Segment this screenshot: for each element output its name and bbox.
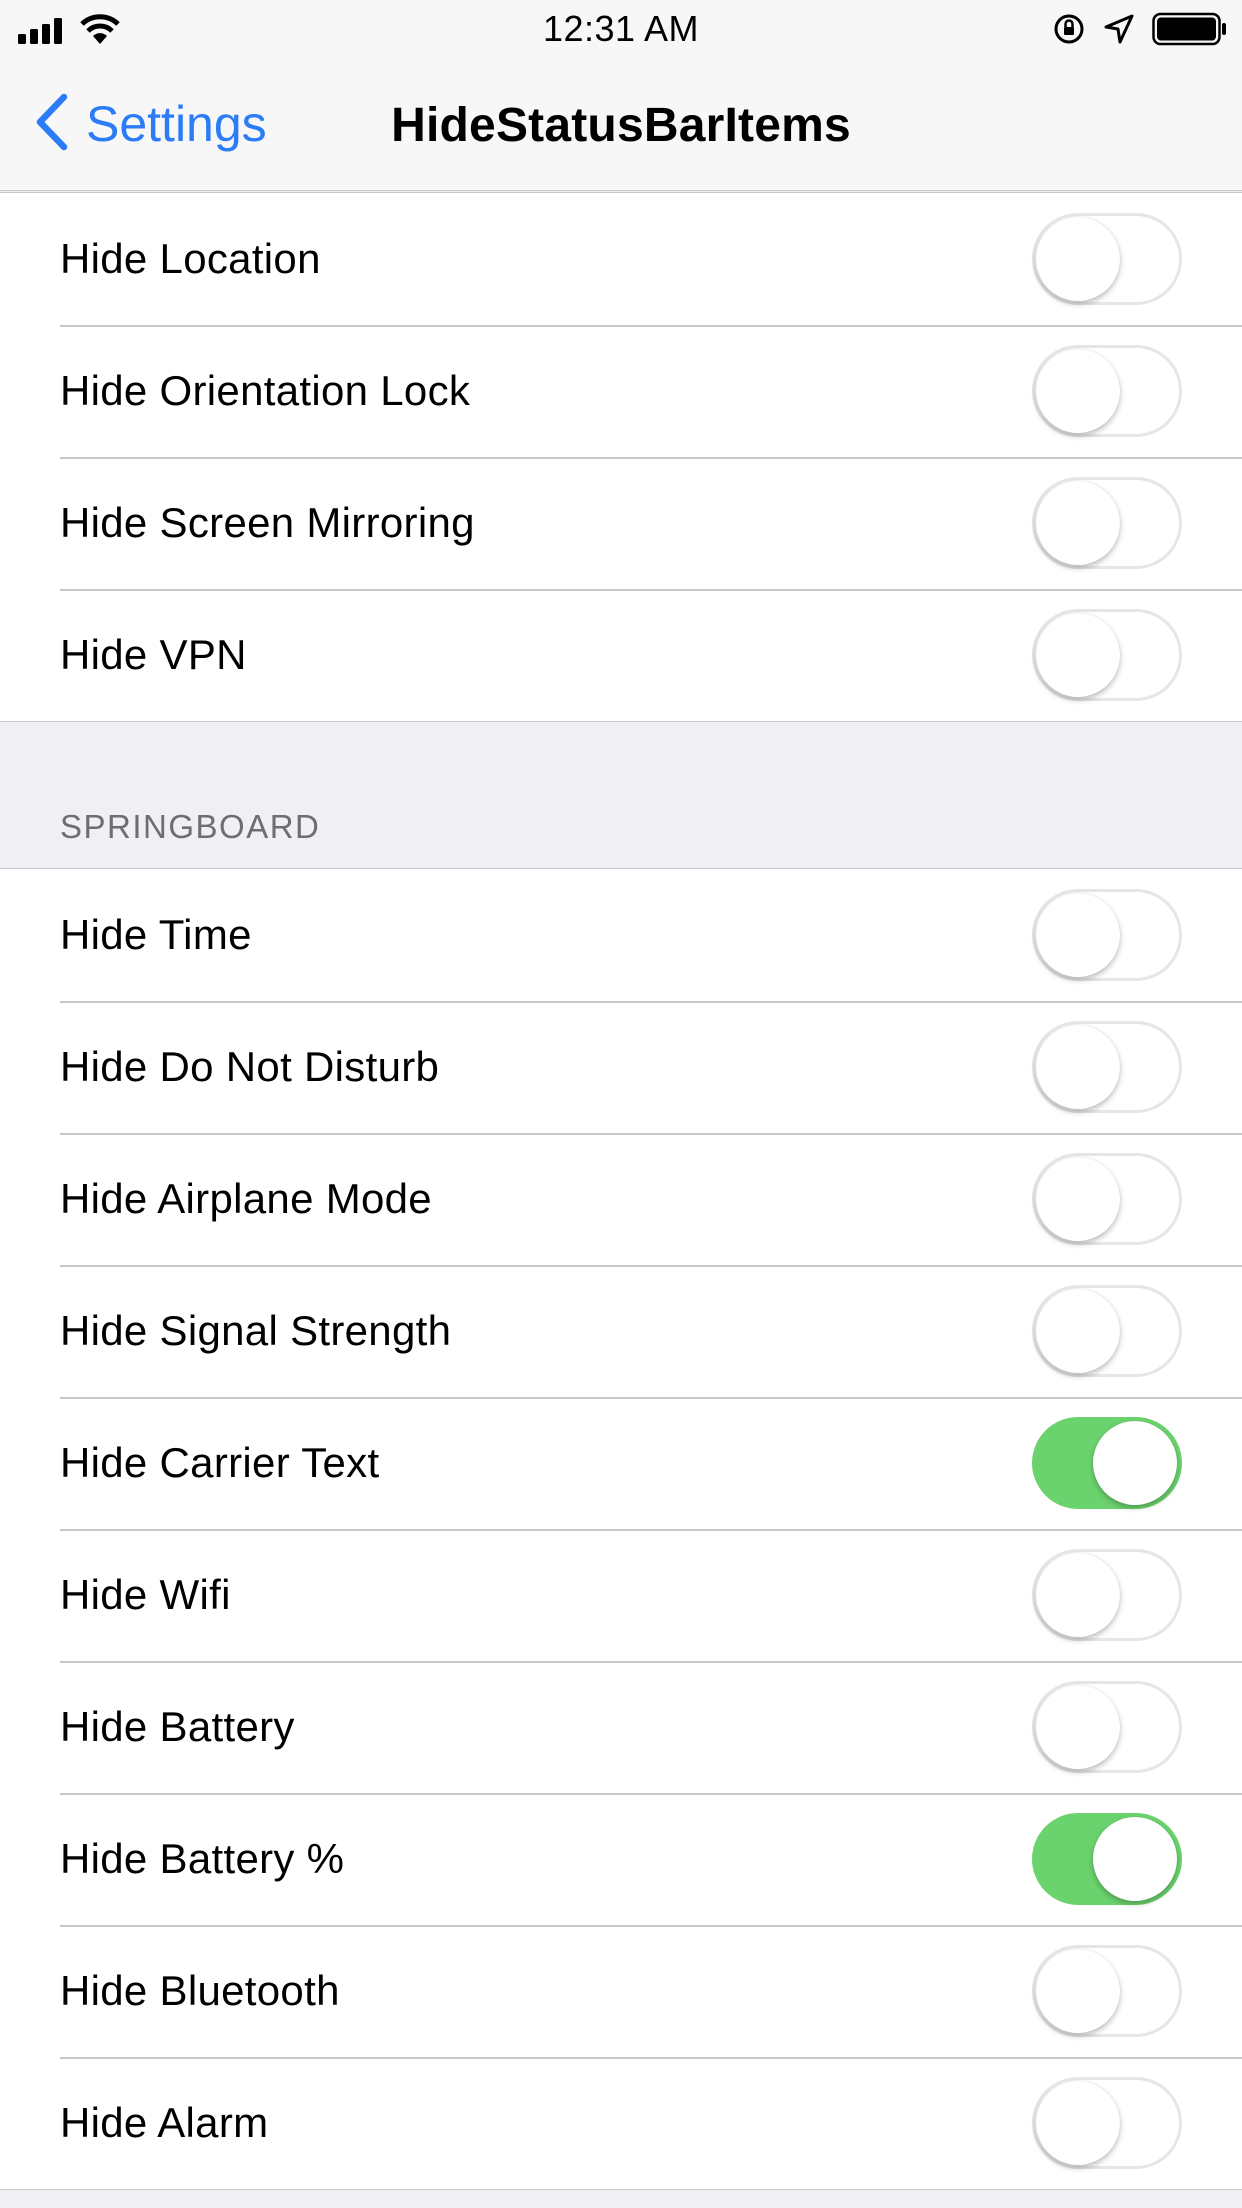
setting-row: Hide Battery % [0, 1793, 1242, 1925]
setting-label: Hide Signal Strength [60, 1307, 452, 1354]
hide-airplane-mode-toggle[interactable] [1032, 1153, 1182, 1245]
hide-do-not-disturb-toggle[interactable] [1032, 1021, 1182, 1113]
hide-location-toggle[interactable] [1032, 213, 1182, 305]
setting-row: Hide Location [0, 193, 1242, 325]
setting-row: Hide Orientation Lock [0, 325, 1242, 457]
setting-row: Hide Airplane Mode [0, 1133, 1242, 1265]
toggle-knob [1036, 1157, 1120, 1241]
toggle-knob [1036, 1289, 1120, 1373]
hide-carrier-text-toggle[interactable] [1032, 1417, 1182, 1509]
setting-label: Hide Time [60, 911, 252, 958]
toggle-knob [1036, 349, 1120, 433]
setting-row: Hide Battery [0, 1661, 1242, 1793]
setting-label: Hide Wifi [60, 1571, 231, 1618]
springboard-group: Hide Time Hide Do Not Disturb Hide Airpl… [0, 868, 1242, 2190]
toggle-knob [1036, 481, 1120, 565]
toggle-knob [1093, 1421, 1177, 1505]
hide-wifi-toggle[interactable] [1032, 1549, 1182, 1641]
hide-screen-mirroring-toggle[interactable] [1032, 477, 1182, 569]
page-title: HideStatusBarItems [391, 99, 851, 152]
section-header-label: SPRINGBOARD [60, 808, 321, 845]
setting-label: Hide Battery % [60, 1835, 345, 1882]
setting-label: Hide Battery [60, 1703, 295, 1750]
setting-row: Hide Wifi [0, 1529, 1242, 1661]
hide-bluetooth-toggle[interactable] [1032, 1945, 1182, 2037]
toggle-knob [1036, 217, 1120, 301]
setting-label: Hide Airplane Mode [60, 1175, 432, 1222]
toggle-knob [1036, 1949, 1120, 2033]
toggle-knob [1036, 613, 1120, 697]
settings-list: Hide Location Hide Orientation Lock Hide… [0, 192, 1242, 2190]
hide-signal-strength-toggle[interactable] [1032, 1285, 1182, 1377]
navigation-bar: Settings HideStatusBarItems [0, 60, 1242, 191]
setting-row: Hide Alarm [0, 2057, 1242, 2189]
setting-label: Hide Bluetooth [60, 1967, 340, 2014]
setting-label: Hide Carrier Text [60, 1439, 380, 1486]
toggle-knob [1036, 1025, 1120, 1109]
setting-row: Hide Time [0, 869, 1242, 1001]
setting-row: Hide VPN [0, 589, 1242, 721]
toggle-knob [1036, 1685, 1120, 1769]
setting-label: Hide Orientation Lock [60, 367, 471, 414]
hide-orientation-lock-toggle[interactable] [1032, 345, 1182, 437]
toggle-knob [1036, 2081, 1120, 2165]
setting-row: Hide Bluetooth [0, 1925, 1242, 2057]
setting-label: Hide VPN [60, 631, 247, 678]
status-bar: 12:31 AM [0, 0, 1242, 60]
toggle-knob [1093, 1817, 1177, 1901]
section-header: SPRINGBOARD [0, 722, 1242, 868]
toggle-knob [1036, 1553, 1120, 1637]
toggle-knob [1036, 893, 1120, 977]
hide-battery-percent-toggle[interactable] [1032, 1813, 1182, 1905]
setting-label: Hide Do Not Disturb [60, 1043, 440, 1090]
setting-label: Hide Alarm [60, 2099, 269, 2146]
setting-label: Hide Location [60, 235, 321, 282]
hide-alarm-toggle[interactable] [1032, 2077, 1182, 2169]
setting-row: Hide Carrier Text [0, 1397, 1242, 1529]
orientation-lock-icon [1052, 12, 1086, 51]
top-group: Hide Location Hide Orientation Lock Hide… [0, 192, 1242, 722]
location-icon [1104, 14, 1134, 49]
setting-row: Hide Screen Mirroring [0, 457, 1242, 589]
hide-time-toggle[interactable] [1032, 889, 1182, 981]
hide-vpn-toggle[interactable] [1032, 609, 1182, 701]
setting-row: Hide Signal Strength [0, 1265, 1242, 1397]
hide-battery-toggle[interactable] [1032, 1681, 1182, 1773]
battery-icon [1152, 12, 1228, 51]
setting-row: Hide Do Not Disturb [0, 1001, 1242, 1133]
setting-label: Hide Screen Mirroring [60, 499, 475, 546]
